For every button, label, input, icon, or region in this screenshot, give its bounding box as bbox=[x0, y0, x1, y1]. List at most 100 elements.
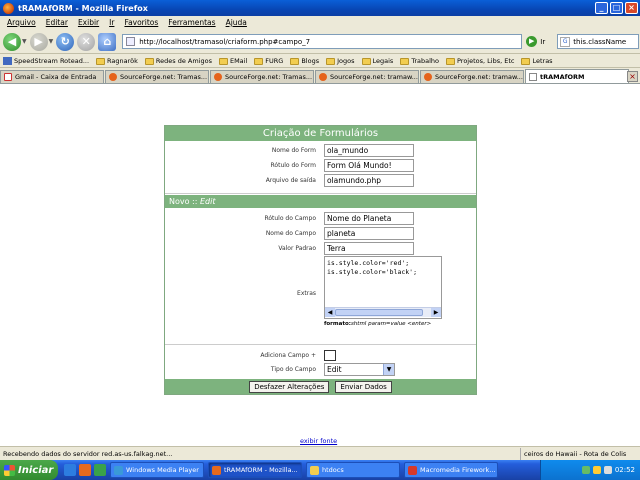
scroll-right-icon[interactable]: ▶ bbox=[431, 308, 441, 317]
search-input[interactable]: G this.className bbox=[557, 34, 640, 49]
task-label: tRAMAfORM - Mozilla... bbox=[224, 466, 298, 474]
submit-button[interactable]: Enviar Dados bbox=[335, 380, 392, 393]
chevron-down-icon: ▼ bbox=[383, 364, 394, 375]
section-header: Novo :: Edit bbox=[165, 195, 476, 208]
form-row: Valor Padrao Terra bbox=[165, 241, 476, 256]
undo-changes-button[interactable]: Desfazer Alterações bbox=[249, 380, 330, 393]
form-label-input[interactable]: Form Olá Mundo! bbox=[324, 159, 414, 172]
tab-sourceforge-4[interactable]: SourceForge.net: tramaw... bbox=[420, 70, 524, 83]
window-titlebar[interactable]: tRAMAfORM - Mozilla Firefox _ □ × bbox=[0, 0, 640, 16]
menu-arquivo[interactable]: Arquivo bbox=[2, 18, 41, 27]
task-htdocs[interactable]: htdocs bbox=[306, 462, 400, 478]
tab-sourceforge-2[interactable]: SourceForge.net: Tramas... bbox=[210, 70, 314, 83]
default-value-label: Valor Padrao bbox=[278, 245, 316, 252]
bookmark-folder[interactable]: EMail bbox=[218, 57, 247, 65]
menu-editar[interactable]: Editar bbox=[41, 18, 73, 27]
security-icon[interactable] bbox=[592, 466, 601, 474]
folder-icon bbox=[96, 57, 106, 65]
field-type-select[interactable]: Edit ▼ bbox=[324, 363, 395, 376]
page-icon bbox=[126, 37, 136, 46]
tab-tramaform[interactable]: tRAMAfORM bbox=[525, 69, 629, 83]
forward-dropdown-icon[interactable]: ▼ bbox=[49, 38, 54, 45]
output-file-label: Arquivo de saída bbox=[265, 177, 316, 184]
field-label-input[interactable]: Nome do Planeta bbox=[324, 212, 414, 225]
form-row: Arquivo de saída olamundo.php bbox=[165, 173, 476, 188]
form-row: Rótulo do Form Form Olá Mundo! bbox=[165, 158, 476, 173]
menu-ferramentas[interactable]: Ferramentas bbox=[163, 18, 220, 27]
volume-icon[interactable] bbox=[603, 466, 612, 474]
desktop-icon[interactable] bbox=[64, 464, 76, 476]
bookmark-item[interactable]: SpeedStream Rotead... bbox=[3, 57, 89, 65]
output-file-input[interactable]: olamundo.php bbox=[324, 174, 414, 187]
menu-ir[interactable]: Ir bbox=[104, 18, 119, 27]
close-tab-icon[interactable]: × bbox=[627, 71, 638, 82]
bookmark-folder[interactable]: Jogos bbox=[326, 57, 355, 65]
task-firefox[interactable]: tRAMAfORM - Mozilla... bbox=[208, 462, 302, 478]
menu-bar: Arquivo Editar Exibir Ir Favoritos Ferra… bbox=[0, 16, 640, 29]
clock[interactable]: 02:52 bbox=[615, 466, 635, 474]
task-fireworks[interactable]: Macromedia Firework... bbox=[404, 462, 498, 478]
media-icon[interactable] bbox=[94, 464, 106, 476]
quick-launch bbox=[64, 464, 106, 476]
folder-icon bbox=[326, 57, 336, 65]
network-icon[interactable] bbox=[581, 466, 590, 474]
bookmark-folder[interactable]: Blogs bbox=[290, 57, 319, 65]
bookmark-label: Letras bbox=[532, 57, 553, 65]
form-panel: Criação de Formulários Nome do Form ola_… bbox=[164, 125, 477, 395]
menu-favoritos[interactable]: Favoritos bbox=[119, 18, 163, 27]
sourceforge-icon bbox=[424, 73, 432, 81]
form-row: Nome do Form ola_mundo bbox=[165, 143, 476, 158]
divider bbox=[165, 188, 476, 194]
firefox-icon[interactable] bbox=[79, 464, 91, 476]
bookmark-folder[interactable]: Projetos, Libs, Etc bbox=[446, 57, 514, 65]
bookmark-folder[interactable]: Letras bbox=[521, 57, 553, 65]
view-source-link[interactable]: exibir fonte bbox=[300, 437, 337, 445]
forward-arrow-icon[interactable]: ▶ bbox=[29, 32, 48, 51]
go-button[interactable]: ▶ Ir bbox=[526, 36, 545, 47]
minimize-button[interactable]: _ bbox=[595, 2, 608, 14]
back-dropdown-icon[interactable]: ▼ bbox=[22, 38, 27, 45]
add-field-label: Adiciona Campo + bbox=[260, 352, 316, 359]
sourceforge-icon bbox=[319, 73, 327, 81]
menu-exibir[interactable]: Exibir bbox=[73, 18, 104, 27]
form-row: Nome do Campo planeta bbox=[165, 226, 476, 241]
start-button[interactable]: Iniciar bbox=[0, 460, 58, 480]
bookmark-folder[interactable]: Trabalho bbox=[400, 57, 439, 65]
horizontal-scrollbar[interactable]: ◀ ▶ bbox=[325, 307, 441, 317]
bookmark-folder[interactable]: Redes de Amigos bbox=[144, 57, 212, 65]
task-label: Windows Media Player bbox=[126, 466, 199, 474]
form-row: Rótulo do Campo Nome do Planeta bbox=[165, 211, 476, 226]
bookmark-folder[interactable]: FURG bbox=[254, 57, 283, 65]
field-name-input[interactable]: planeta bbox=[324, 227, 414, 240]
back-arrow-icon[interactable]: ◀ bbox=[3, 32, 21, 51]
folder-icon bbox=[361, 57, 371, 65]
default-value-input[interactable]: Terra bbox=[324, 242, 414, 255]
extras-label: Extras bbox=[297, 290, 316, 297]
add-field-checkbox[interactable] bbox=[324, 350, 336, 361]
form-actions: Desfazer Alterações Enviar Dados bbox=[165, 379, 476, 394]
taskbar: Iniciar Windows Media Player tRAMAfORM -… bbox=[0, 460, 640, 480]
status-panel: ceiros do Hawaii - Rota de Colis bbox=[520, 447, 640, 460]
form-name-input[interactable]: ola_mundo bbox=[324, 144, 414, 157]
windows-flag-icon bbox=[4, 464, 15, 476]
url-bar[interactable]: http://localhost/tramasol/criaform.php#c… bbox=[122, 34, 523, 49]
tab-sourceforge-1[interactable]: SourceForge.net: Tramas... bbox=[105, 70, 209, 83]
task-media-player[interactable]: Windows Media Player bbox=[110, 462, 204, 478]
tab-sourceforge-3[interactable]: SourceForge.net: tramaw... bbox=[315, 70, 419, 83]
folder-icon bbox=[254, 57, 264, 65]
folder-icon bbox=[446, 57, 455, 65]
bookmark-folder[interactable]: Legais bbox=[361, 57, 393, 65]
close-window-button[interactable]: × bbox=[625, 2, 638, 14]
home-icon[interactable]: ⌂ bbox=[98, 32, 117, 51]
search-engine-icon[interactable]: G bbox=[560, 36, 571, 47]
stop-icon[interactable]: ✕ bbox=[77, 32, 96, 51]
reload-icon[interactable]: ↻ bbox=[56, 32, 75, 51]
scrollbar-thumb[interactable] bbox=[335, 309, 423, 316]
menu-ajuda[interactable]: Ajuda bbox=[221, 18, 252, 27]
bookmark-folder[interactable]: Ragnarök bbox=[96, 57, 138, 65]
tab-gmail[interactable]: Gmail - Caixa de Entrada bbox=[0, 70, 104, 83]
scroll-left-icon[interactable]: ◀ bbox=[325, 308, 335, 317]
field-type-label: Tipo do Campo bbox=[270, 366, 316, 373]
sourceforge-icon bbox=[109, 73, 117, 81]
maximize-button[interactable]: □ bbox=[610, 2, 623, 14]
